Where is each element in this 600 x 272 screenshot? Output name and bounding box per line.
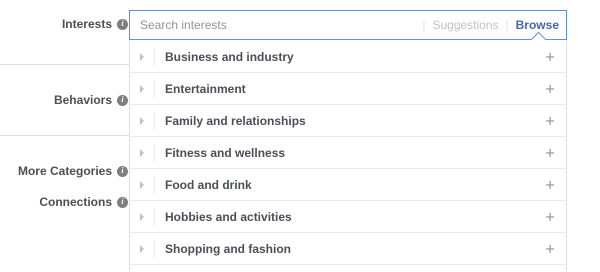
search-input[interactable]	[130, 11, 416, 39]
category-row-food[interactable]: Food and drink +	[130, 169, 566, 201]
row-divider	[154, 143, 155, 162]
plus-icon[interactable]: +	[545, 176, 555, 193]
suggestions-link[interactable]: Suggestions	[432, 18, 498, 32]
category-label: Shopping and fashion	[165, 241, 291, 256]
row-divider	[154, 79, 155, 98]
interests-label: Interests i	[62, 17, 128, 31]
row-divider	[154, 239, 155, 258]
separator: |	[505, 18, 509, 32]
category-label: Entertainment	[165, 81, 246, 96]
interests-label-text: Interests	[61, 17, 112, 31]
section-divider	[0, 64, 130, 65]
row-divider	[154, 175, 155, 194]
triangle-right-icon[interactable]	[140, 212, 144, 221]
info-icon[interactable]: i	[117, 18, 128, 30]
triangle-right-icon[interactable]	[140, 116, 144, 125]
plus-icon[interactable]: +	[545, 48, 555, 65]
info-icon[interactable]: i	[117, 94, 128, 106]
triangle-right-icon[interactable]	[140, 52, 144, 61]
category-label: Family and relationships	[165, 113, 306, 128]
interests-search-box: | Suggestions | Browse	[129, 10, 567, 40]
row-divider	[154, 111, 155, 130]
category-row-entertainment[interactable]: Entertainment +	[130, 73, 566, 105]
category-label: Hobbies and activities	[165, 209, 292, 224]
plus-icon[interactable]: +	[545, 208, 555, 225]
category-row-business[interactable]: Business and industry +	[130, 41, 566, 73]
category-row-family[interactable]: Family and relationships +	[130, 105, 566, 137]
connections-label-text: Connections	[39, 195, 112, 209]
section-divider	[0, 135, 130, 136]
category-row-fitness[interactable]: Fitness and wellness +	[130, 137, 566, 169]
triangle-right-icon[interactable]	[140, 84, 144, 93]
separator: |	[422, 18, 426, 32]
category-label: Food and drink	[165, 177, 252, 192]
category-row-shopping[interactable]: Shopping and fashion +	[130, 233, 566, 265]
more-categories-label: More Categories i	[18, 164, 128, 178]
more-categories-label-text: More Categories	[17, 164, 112, 178]
category-label: Business and industry	[165, 49, 294, 64]
plus-icon[interactable]: +	[545, 80, 555, 97]
browse-dropdown: Business and industry + Entertainment + …	[129, 41, 567, 272]
plus-icon[interactable]: +	[545, 240, 555, 257]
row-divider	[154, 47, 155, 66]
plus-icon[interactable]: +	[545, 112, 555, 129]
behaviors-label: Behaviors i	[54, 93, 128, 107]
triangle-right-icon[interactable]	[140, 148, 144, 157]
category-label: Fitness and wellness	[165, 145, 286, 160]
info-icon[interactable]: i	[117, 196, 128, 208]
triangle-right-icon[interactable]	[140, 244, 144, 253]
row-divider	[154, 207, 155, 226]
behaviors-label-text: Behaviors	[53, 93, 112, 107]
plus-icon[interactable]: +	[545, 144, 555, 161]
category-row-hobbies[interactable]: Hobbies and activities +	[130, 201, 566, 233]
triangle-right-icon[interactable]	[140, 180, 144, 189]
info-icon[interactable]: i	[117, 165, 128, 177]
connections-label: Connections i	[39, 195, 128, 209]
browse-link[interactable]: Browse	[516, 18, 559, 32]
search-links: | Suggestions | Browse	[415, 18, 566, 32]
